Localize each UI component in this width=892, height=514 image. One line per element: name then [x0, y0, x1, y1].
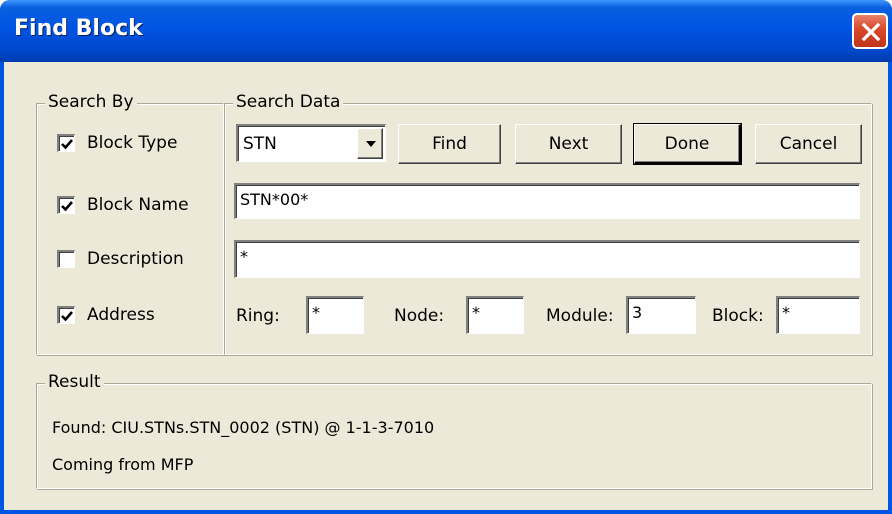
find-block-dialog: Find Block Search By Block Type Block Na… [0, 0, 892, 514]
next-button[interactable]: Next [515, 124, 622, 164]
checkmark-icon [61, 139, 73, 150]
block-name-checkbox[interactable] [57, 196, 75, 214]
search-data-label: Search Data [233, 92, 344, 112]
search-by-label: Search By [45, 92, 137, 112]
ring-label: Ring: [236, 306, 280, 326]
description-checkbox-row[interactable]: Description [57, 247, 184, 271]
cancel-button[interactable]: Cancel [755, 124, 862, 164]
ring-field[interactable]: * [306, 296, 364, 334]
description-field[interactable]: * [234, 240, 860, 278]
find-button[interactable]: Find [398, 124, 501, 164]
result-source-text: Coming from MFP [52, 455, 194, 474]
block-name-checkbox-row[interactable]: Block Name [57, 193, 189, 217]
title-bar[interactable]: Find Block [0, 0, 892, 62]
result-found-text: Found: CIU.STNs.STN_0002 (STN) @ 1-1-3-7… [52, 418, 435, 437]
node-label: Node: [394, 306, 445, 326]
chevron-down-icon [366, 141, 376, 147]
block-label: Block: [712, 306, 764, 326]
module-label: Module: [546, 306, 614, 326]
module-field[interactable]: 3 [626, 296, 696, 334]
address-checkbox-row[interactable]: Address [57, 303, 155, 327]
block-type-checkbox-row[interactable]: Block Type [57, 131, 177, 155]
block-type-dropdown[interactable]: STN [236, 124, 386, 162]
block-type-checkbox[interactable] [57, 134, 75, 152]
node-field[interactable]: * [466, 296, 524, 334]
description-checkbox[interactable] [57, 250, 75, 268]
block-type-label: Block Type [87, 133, 178, 153]
close-button[interactable] [852, 13, 888, 49]
dialog-title: Find Block [14, 16, 143, 41]
dropdown-button[interactable] [357, 128, 383, 159]
done-button[interactable]: Done [633, 123, 742, 165]
checkmark-icon [61, 311, 73, 322]
checkmark-icon [61, 201, 73, 212]
search-by-group: Search By Block Type Block Name Descript… [36, 92, 224, 355]
address-label: Address [87, 305, 155, 325]
address-checkbox[interactable] [57, 306, 75, 324]
block-name-field[interactable]: STN*00* [234, 183, 860, 219]
close-icon [861, 22, 881, 42]
description-label: Description [87, 249, 184, 269]
block-name-label: Block Name [87, 195, 189, 215]
block-type-value: STN [243, 134, 277, 154]
block-field[interactable]: * [776, 296, 860, 334]
result-label: Result [45, 372, 104, 392]
